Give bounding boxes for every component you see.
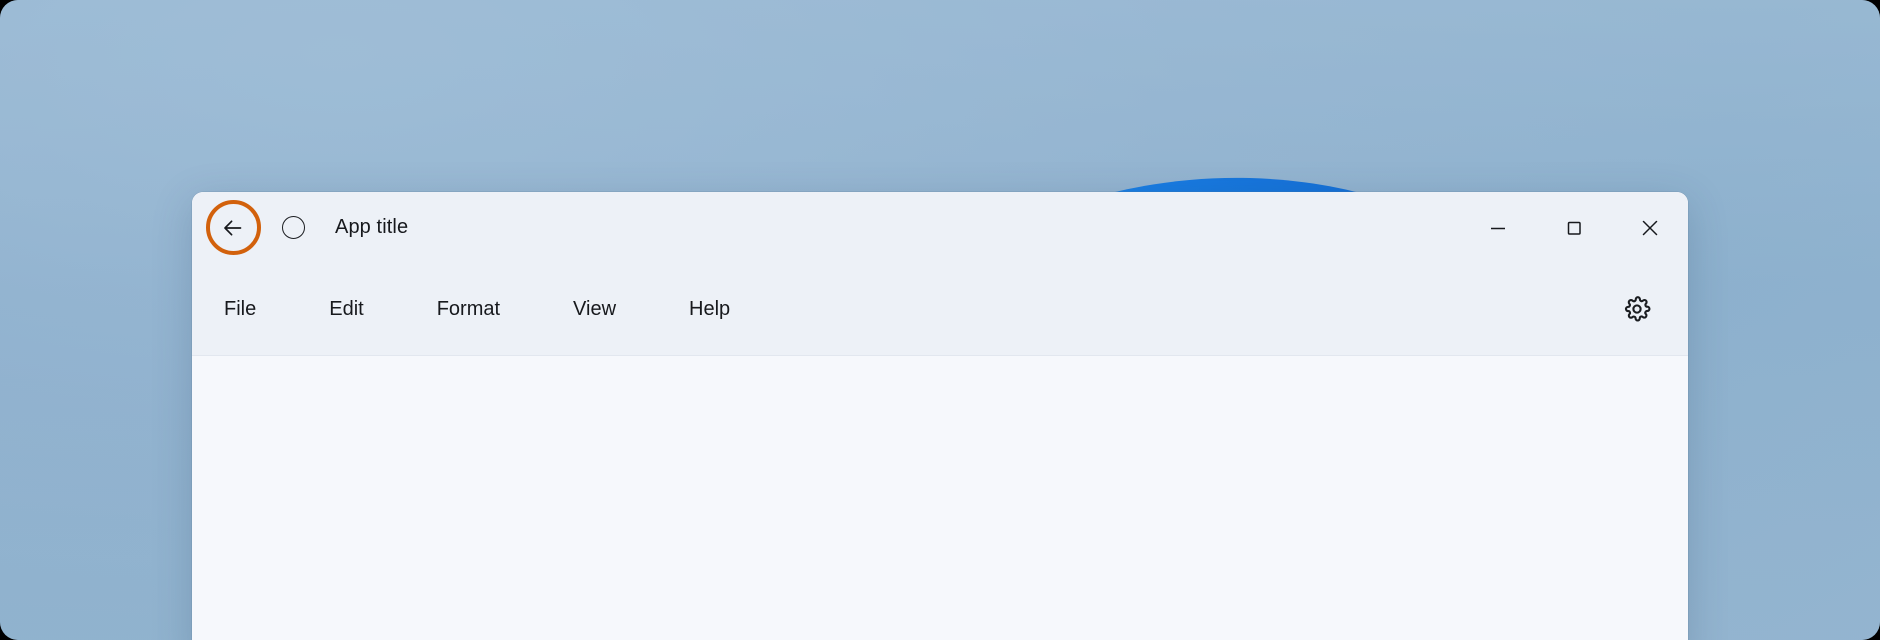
menu-item-format[interactable]: Format: [419, 289, 518, 330]
window-title: App title: [335, 216, 409, 238]
content-area: [192, 356, 1688, 640]
menu-bar: File Edit Format View Help: [192, 263, 1688, 355]
menu-item-view[interactable]: View: [555, 289, 634, 330]
app-icon: [282, 216, 305, 239]
minimize-button[interactable]: [1460, 192, 1536, 263]
app-window: App title File Edit Format View Help: [192, 192, 1688, 640]
back-arrow-icon: [220, 215, 246, 241]
desktop: App title File Edit Format View Help: [0, 0, 1880, 640]
menu-item-edit[interactable]: Edit: [311, 289, 381, 330]
window-controls: [1460, 192, 1688, 263]
window-chrome: App title File Edit Format View Help: [192, 192, 1688, 356]
gear-icon: [1623, 295, 1651, 323]
maximize-button[interactable]: [1536, 192, 1612, 263]
title-bar: App title: [192, 192, 1688, 263]
close-icon: [1639, 217, 1661, 239]
maximize-icon: [1563, 217, 1585, 239]
menu-item-help[interactable]: Help: [671, 289, 748, 330]
menu-item-file[interactable]: File: [206, 289, 274, 330]
settings-button[interactable]: [1614, 286, 1660, 332]
back-button[interactable]: [208, 203, 258, 253]
minimize-icon: [1487, 217, 1509, 239]
close-button[interactable]: [1612, 192, 1688, 263]
